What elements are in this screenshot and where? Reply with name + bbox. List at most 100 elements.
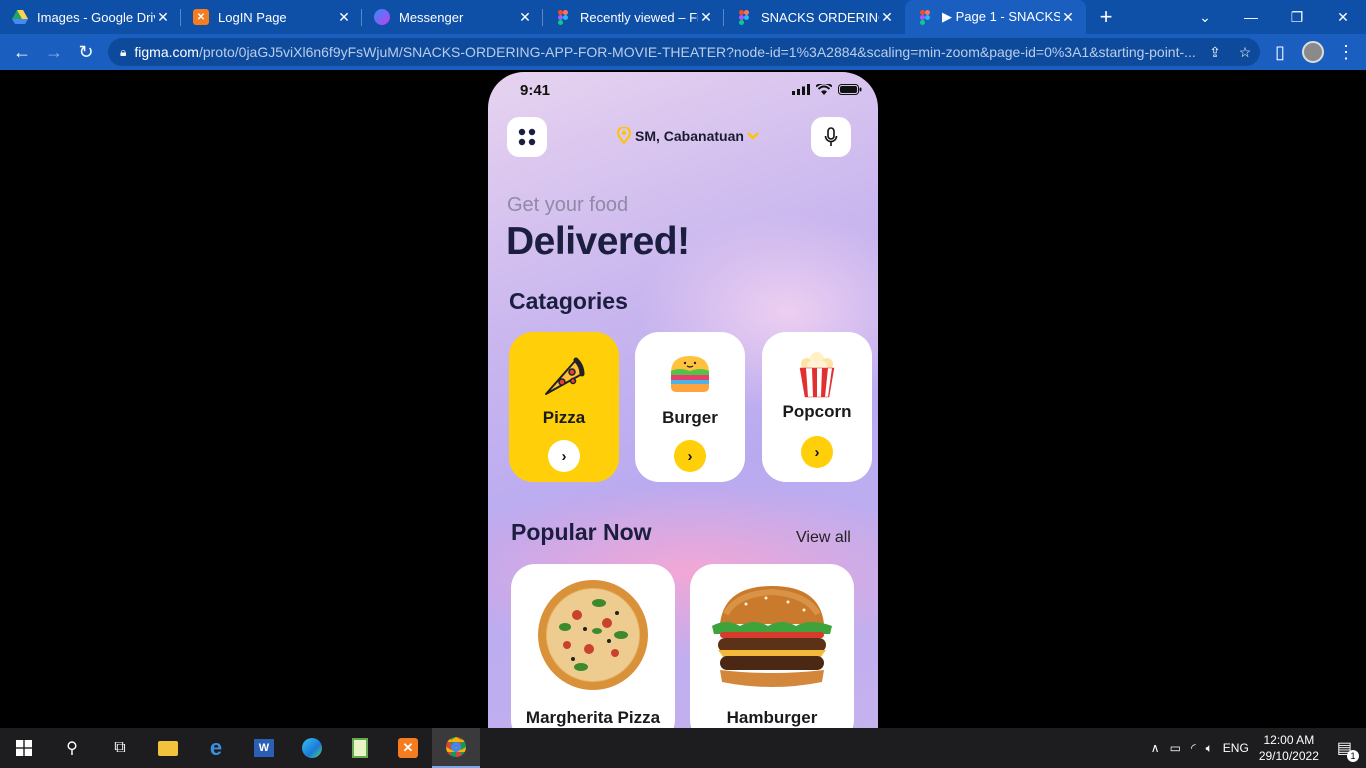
close-window-button[interactable]: ✕ xyxy=(1320,0,1366,34)
share-icon[interactable]: ⇪ xyxy=(1200,44,1230,61)
messenger-icon xyxy=(374,9,390,25)
voice-search-button[interactable] xyxy=(811,117,851,157)
close-icon[interactable]: ✕ xyxy=(155,9,171,26)
view-all-link[interactable]: View all xyxy=(796,529,851,547)
bookmark-star-icon[interactable]: ☆ xyxy=(1230,44,1260,61)
burger-icon xyxy=(668,354,712,398)
headline: Delivered! xyxy=(506,220,690,263)
category-card-pizza[interactable]: Pizza › xyxy=(509,332,619,482)
chevron-right-icon[interactable]: › xyxy=(548,440,580,472)
location-selector[interactable]: SM, Cabanatuan xyxy=(616,127,759,144)
figma-prototype-viewport: 9:41 SM, Cabanatuan Get your food Delive… xyxy=(0,70,1366,728)
category-card-popcorn[interactable]: Popcorn › xyxy=(762,332,872,482)
subheading: Get your food xyxy=(507,194,629,216)
tab-title: Recently viewed – Figma xyxy=(580,9,698,25)
close-icon[interactable]: ✕ xyxy=(698,9,714,26)
tab-title: LogIN Page xyxy=(218,9,287,25)
signal-icon xyxy=(792,84,810,95)
category-label: Pizza xyxy=(542,408,586,427)
tab-messenger[interactable]: Messenger ✕ xyxy=(362,0,543,34)
volume-icon[interactable]: 🔈︎ xyxy=(1206,741,1213,756)
chrome-taskbar-icon[interactable] xyxy=(432,728,480,768)
grid-dots-icon xyxy=(518,128,536,146)
windows-start-icon[interactable] xyxy=(0,728,48,768)
task-view-icon[interactable]: ⧉ xyxy=(96,728,144,768)
chevron-right-icon[interactable]: › xyxy=(801,436,833,468)
popular-item-name: Margherita Pizza xyxy=(525,708,661,727)
microphone-icon xyxy=(824,127,838,146)
chevron-right-icon[interactable]: › xyxy=(674,440,706,472)
tab-search-icon[interactable]: ⌄ xyxy=(1182,0,1228,34)
back-arrow-icon[interactable]: ← xyxy=(6,36,38,68)
clock-date: 29/10/2022 xyxy=(1258,749,1319,763)
address-toolbar: ← → ↻ 🔒︎ figma.com/proto/0jaGJ5viXl6n6f9… xyxy=(0,34,1366,70)
windows-taskbar: ⚲ ⧉ e W ✕ ∧ ▭ ◜ 🔈︎ ENG 12:00 AM 29/10/20… xyxy=(0,728,1366,768)
notifications-icon[interactable]: ▤ 1 xyxy=(1337,738,1359,762)
notification-count: 1 xyxy=(1347,750,1359,762)
word-icon[interactable]: W xyxy=(240,728,288,768)
chevron-down-icon xyxy=(747,131,759,140)
category-label: Burger xyxy=(662,408,718,427)
browser-tab-strip: Images - Google Drive ✕ ✕ LogIN Page ✕ M… xyxy=(0,0,1366,34)
popular-card-pizza[interactable]: Margherita Pizza xyxy=(511,564,675,728)
battery-icon[interactable]: ▭ xyxy=(1170,741,1181,755)
figma-icon xyxy=(917,9,933,25)
search-icon[interactable]: ⚲ xyxy=(48,728,96,768)
figma-icon xyxy=(555,9,571,25)
wifi-icon[interactable]: ◜ xyxy=(1191,741,1196,755)
file-explorer-icon[interactable] xyxy=(144,728,192,768)
side-panel-icon[interactable]: ▯ xyxy=(1264,36,1296,68)
chevron-up-icon[interactable]: ∧ xyxy=(1151,741,1160,755)
address-bar[interactable]: 🔒︎ figma.com/proto/0jaGJ5viXl6n6f9yFsWju… xyxy=(108,38,1260,66)
figma-icon xyxy=(736,9,752,25)
edge-icon[interactable] xyxy=(288,728,336,768)
location-label: SM, Cabanatuan xyxy=(635,127,744,144)
status-time: 9:41 xyxy=(520,82,551,99)
wifi-icon xyxy=(816,84,832,95)
close-icon[interactable]: ✕ xyxy=(336,9,352,26)
url-text[interactable]: figma.com/proto/0jaGJ5viXl6n6f9yFsWjuM/S… xyxy=(134,44,1200,60)
tab-snacks-app[interactable]: SNACKS ORDERING APP ✕ xyxy=(724,0,905,34)
tab-page1-active[interactable]: ▶ Page 1 - SNACKS ORDERING ✕ xyxy=(905,0,1086,34)
pizza-photo xyxy=(538,580,648,690)
categories-title: Catagories xyxy=(509,288,628,314)
new-tab-button[interactable]: + xyxy=(1086,0,1126,34)
tab-login-page[interactable]: ✕ LogIN Page ✕ xyxy=(181,0,362,34)
google-drive-icon xyxy=(12,9,28,25)
clock-time: 12:00 AM xyxy=(1263,733,1315,747)
edge-legacy-icon[interactable]: e xyxy=(192,728,240,768)
profile-avatar[interactable] xyxy=(1302,41,1324,63)
tab-google-drive[interactable]: Images - Google Drive ✕ xyxy=(0,0,181,34)
menu-kebab-icon[interactable]: ⋮ xyxy=(1330,36,1362,68)
restore-button[interactable]: ❐ xyxy=(1274,0,1320,34)
xampp-icon: ✕ xyxy=(193,9,209,25)
tab-title: SNACKS ORDERING APP xyxy=(761,9,879,25)
language-indicator[interactable]: ENG xyxy=(1223,741,1249,755)
notepad-icon[interactable] xyxy=(336,728,384,768)
popular-card-hamburger[interactable]: Hamburger xyxy=(690,564,854,728)
tab-figma-recent[interactable]: Recently viewed – Figma ✕ xyxy=(543,0,724,34)
location-pin-icon xyxy=(616,127,632,144)
forward-arrow-icon[interactable]: → xyxy=(38,36,70,68)
tab-title: Images - Google Drive xyxy=(37,9,155,25)
category-label: Popcorn xyxy=(782,402,852,421)
category-card-burger[interactable]: Burger › xyxy=(635,332,745,482)
system-tray: ∧ ▭ ◜ 🔈︎ ENG 12:00 AM 29/10/2022 ▤ 1 xyxy=(1151,728,1366,768)
battery-icon xyxy=(838,84,862,95)
reload-icon[interactable]: ↻ xyxy=(70,36,102,68)
pizza-icon xyxy=(542,354,586,398)
status-icons xyxy=(792,84,862,95)
close-icon[interactable]: ✕ xyxy=(879,9,895,26)
close-icon[interactable]: ✕ xyxy=(1060,9,1076,26)
xampp-taskbar-icon[interactable]: ✕ xyxy=(384,728,432,768)
popular-title: Popular Now xyxy=(511,519,652,545)
tab-title: ▶ Page 1 - SNACKS ORDERING xyxy=(942,9,1060,24)
hamburger-photo xyxy=(712,586,832,687)
close-icon[interactable]: ✕ xyxy=(517,9,533,26)
minimize-button[interactable]: — xyxy=(1228,0,1274,34)
lock-icon: 🔒︎ xyxy=(120,44,127,59)
tab-title: Messenger xyxy=(399,9,464,25)
clock[interactable]: 12:00 AM 29/10/2022 xyxy=(1259,732,1319,764)
popcorn-icon xyxy=(797,352,837,398)
menu-grid-button[interactable] xyxy=(507,117,547,157)
